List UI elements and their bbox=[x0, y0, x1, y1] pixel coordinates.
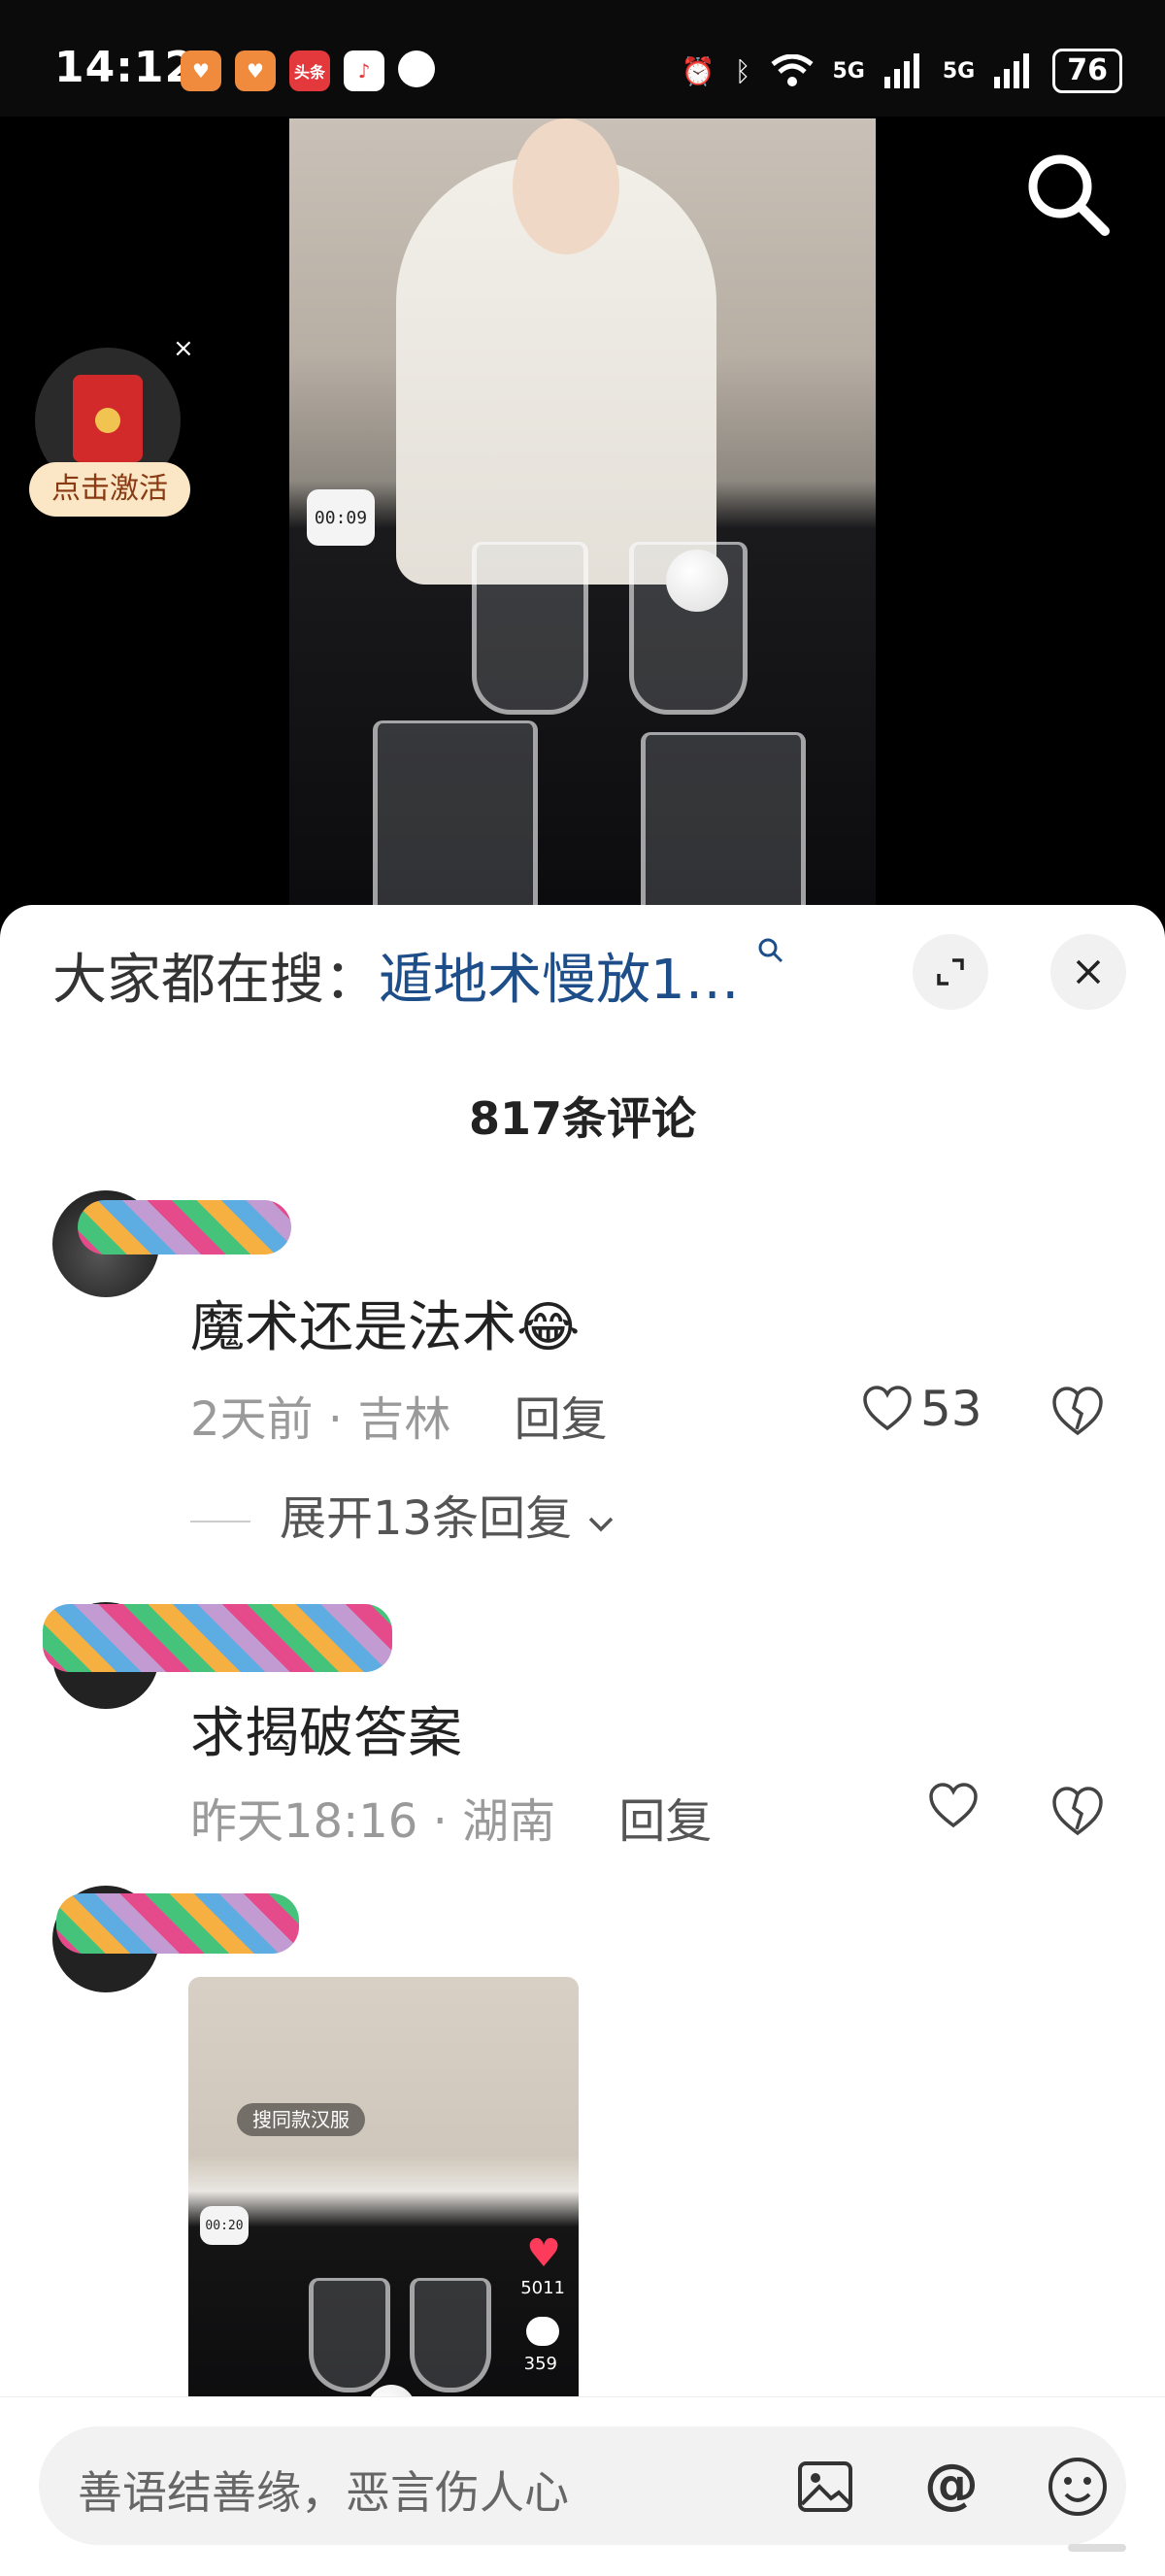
image-icon[interactable] bbox=[786, 2448, 864, 2526]
heart-icon: ♥ bbox=[526, 2231, 561, 2276]
like-button[interactable]: 53 bbox=[862, 1381, 982, 1437]
dislike-icon[interactable] bbox=[1050, 1385, 1105, 1439]
search-prefix: 大家都在搜： bbox=[52, 949, 379, 1012]
emoji-icon[interactable] bbox=[1039, 2448, 1116, 2526]
status-app-icons: ♥ ♥ 头条 ♪ bbox=[181, 50, 435, 91]
alarm-icon: ⏰ bbox=[681, 54, 716, 87]
comment-location: 湖南 bbox=[462, 1794, 556, 1849]
status-indicators: ⏰ ᛒ 5G 5G 76 bbox=[682, 49, 1122, 93]
signal-icon bbox=[994, 53, 1030, 88]
comment-input-placeholder: 善语结善缘，恶言伤人心 bbox=[78, 2466, 569, 2519]
coin-icon bbox=[95, 408, 120, 433]
signal-5g-label: 5G bbox=[942, 58, 976, 84]
comment-meta: 昨天18:16 · 湖南 回复 bbox=[190, 1794, 713, 1849]
status-time: 14:12 bbox=[54, 43, 196, 92]
comment-text: 魔术还是法术😂 bbox=[190, 1296, 581, 1359]
comment-sheet: 大家都在搜：遁地术慢放1… 817条评论 魔术还是法术😂 2天前 · 吉林 回复… bbox=[0, 905, 1165, 2575]
comment-count: 817条评论 bbox=[468, 1092, 697, 1145]
comment-input-bar: 善语结善缘，恶言伤人心 @ bbox=[0, 2396, 1165, 2576]
app-heart-icon: ♥ bbox=[181, 50, 221, 91]
username-redacted[interactable] bbox=[56, 1893, 299, 1954]
laugh-emoji-icon: 😂 bbox=[516, 1296, 581, 1359]
expand-icon bbox=[937, 958, 964, 986]
trending-search[interactable]: 大家都在搜：遁地术慢放1… bbox=[52, 936, 785, 1015]
thumbnail-comment-count: 359 bbox=[523, 2354, 557, 2374]
thumbnail-glass bbox=[410, 2278, 491, 2392]
comment-location: 吉林 bbox=[357, 1392, 451, 1447]
reply-button[interactable]: 回复 bbox=[515, 1392, 608, 1447]
username-redacted[interactable] bbox=[78, 1200, 291, 1255]
svg-text:@: @ bbox=[924, 2453, 979, 2516]
comment-image[interactable]: 搜同款汉服 00:20 ♥ 5011 359 bbox=[188, 1977, 579, 2424]
app-heart-icon: ♥ bbox=[235, 50, 276, 91]
at-icon[interactable]: @ bbox=[913, 2448, 990, 2526]
bluetooth-icon: ᛒ bbox=[734, 54, 751, 87]
thumbnail-like-count: 5011 bbox=[520, 2278, 565, 2298]
toutiao-icon: 头条 bbox=[289, 50, 330, 91]
reply-button[interactable]: 回复 bbox=[618, 1794, 712, 1849]
thumbnail-tag: 搜同款汉服 bbox=[237, 2103, 365, 2136]
video-face bbox=[513, 118, 619, 254]
video-player[interactable]: 00:09 bbox=[289, 118, 876, 907]
video-glass bbox=[373, 720, 538, 907]
comment-time: 2天前 bbox=[190, 1392, 314, 1447]
expand-replies-button[interactable]: 展开13条回复 bbox=[190, 1480, 616, 1548]
video-ball bbox=[666, 550, 728, 612]
signal-icon bbox=[883, 53, 919, 88]
comment-bubble-icon bbox=[526, 2317, 559, 2346]
like-button[interactable] bbox=[928, 1783, 979, 1829]
comment-input[interactable]: 善语结善缘，恶言伤人心 @ bbox=[39, 2426, 1126, 2545]
comment-meta: 2天前 · 吉林 回复 bbox=[190, 1392, 608, 1447]
red-packet-widget[interactable]: 点击激活 × bbox=[29, 334, 194, 532]
wifi-icon bbox=[770, 54, 814, 86]
comment-text: 求揭破答案 bbox=[190, 1702, 462, 1765]
divider bbox=[190, 1521, 250, 1522]
video-glass bbox=[641, 732, 806, 907]
comment-time: 昨天18:16 bbox=[190, 1794, 418, 1849]
close-icon[interactable]: × bbox=[173, 334, 194, 363]
thumbnail-glass bbox=[309, 2278, 390, 2392]
signal-5g-label: 5G bbox=[832, 58, 865, 84]
chevron-down-icon bbox=[589, 1517, 614, 1532]
expand-button[interactable] bbox=[913, 934, 988, 1010]
heart-icon bbox=[863, 1386, 912, 1431]
search-term-link[interactable]: 遁地术慢放1… bbox=[379, 949, 740, 1012]
status-bar: 14:12 ♥ ♥ 头条 ♪ ⏰ ᛒ 5G 5G 76 bbox=[0, 0, 1165, 117]
search-icon[interactable] bbox=[1019, 146, 1116, 243]
battery-indicator: 76 bbox=[1052, 49, 1122, 93]
activate-button[interactable]: 点击激活 bbox=[29, 462, 190, 517]
search-icon bbox=[758, 938, 783, 963]
close-button[interactable] bbox=[1050, 934, 1126, 1010]
video-glass bbox=[472, 542, 588, 715]
music-icon: ♪ bbox=[344, 50, 384, 91]
username-redacted[interactable] bbox=[43, 1604, 392, 1672]
close-icon bbox=[1076, 959, 1101, 985]
thumbnail-timer: 00:20 bbox=[200, 2206, 249, 2245]
like-count: 53 bbox=[920, 1381, 982, 1437]
heart-icon bbox=[929, 1783, 978, 1828]
video-timer: 00:09 bbox=[307, 489, 375, 546]
apple-icon bbox=[398, 50, 435, 87]
dislike-icon[interactable] bbox=[1050, 1785, 1105, 1839]
home-indicator bbox=[1068, 2544, 1126, 2552]
